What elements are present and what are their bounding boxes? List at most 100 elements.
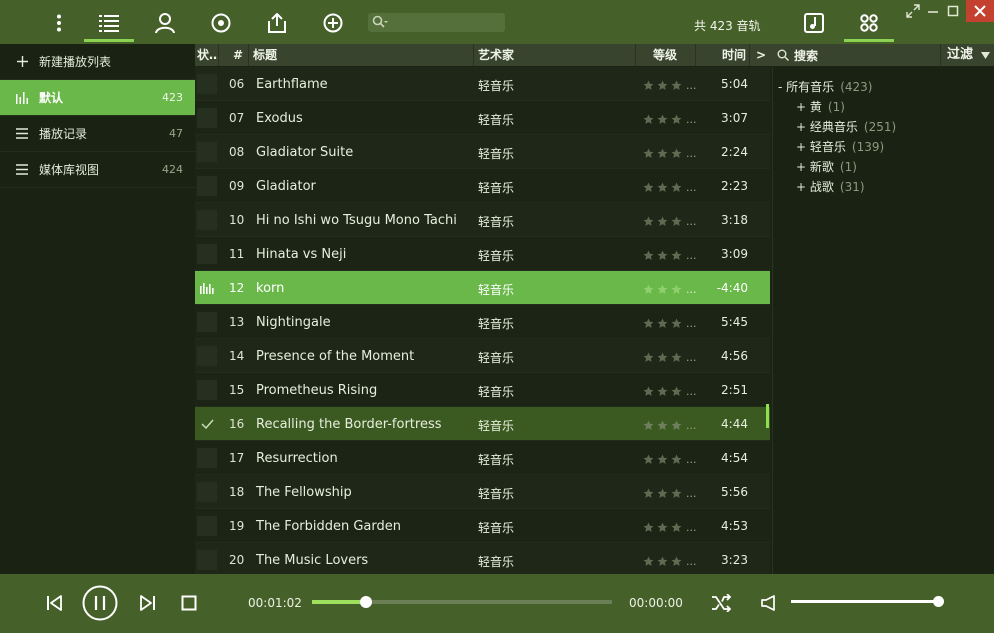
playlist-icon[interactable] — [84, 6, 134, 42]
track-row[interactable]: 12 korn 轻音乐... -4:40 — [195, 271, 770, 305]
track-rating[interactable]: ... — [643, 79, 697, 92]
artist-icon[interactable] — [140, 6, 190, 40]
track-rating[interactable]: ... — [643, 521, 697, 534]
track-status-cell[interactable] — [197, 142, 217, 162]
column-rating[interactable]: 等级 — [636, 44, 696, 66]
filter-dropdown-button[interactable]: 过滤 — [940, 44, 994, 66]
tree-item-genre[interactable]: + 轻音乐 (139) — [796, 138, 884, 155]
track-status-cell[interactable] — [197, 176, 217, 196]
tree-expander[interactable]: + — [796, 120, 806, 134]
previous-track-button[interactable] — [43, 592, 65, 614]
column-artist[interactable]: 艺术家 — [474, 44, 636, 66]
track-row[interactable]: 17 Resurrection 轻音乐... 4:54 — [195, 441, 770, 475]
rating-star-icon — [643, 148, 654, 158]
track-status-cell[interactable] — [197, 516, 217, 536]
tree-item-genre[interactable]: + 战歌 (31) — [796, 178, 865, 195]
column-more-button[interactable]: > — [750, 44, 772, 66]
track-row[interactable]: 07 Exodus 轻音乐... 3:07 — [195, 101, 770, 135]
track-rating[interactable]: ... — [643, 555, 697, 568]
track-rating[interactable]: ... — [643, 147, 697, 160]
tree-item-all-music[interactable]: - 所有音乐 (423) — [778, 78, 872, 95]
add-circle-icon[interactable] — [308, 6, 358, 40]
tree-expander[interactable]: + — [796, 180, 806, 194]
column-time[interactable]: 时间 — [696, 44, 750, 66]
close-window-button[interactable] — [966, 0, 994, 22]
music-note-view-icon[interactable] — [789, 6, 839, 40]
seek-slider[interactable] — [312, 596, 612, 608]
track-rating[interactable]: ... — [643, 283, 697, 296]
track-row[interactable]: 14 Presence of the Moment 轻音乐... 4:56 — [195, 339, 770, 373]
track-row[interactable]: 08 Gladiator Suite 轻音乐... 2:24 — [195, 135, 770, 169]
track-row[interactable]: 11 Hinata vs Neji 轻音乐... 3:09 — [195, 237, 770, 271]
track-status-cell[interactable] — [197, 380, 217, 400]
track-row[interactable]: 15 Prometheus Rising 轻音乐... 2:51 — [195, 373, 770, 407]
tree-item-genre[interactable]: + 黄 (1) — [796, 98, 845, 115]
column-status[interactable]: 状… — [195, 44, 219, 66]
track-duration: 4:53 — [721, 519, 748, 533]
share-export-icon[interactable] — [252, 6, 302, 40]
mini-mode-icon[interactable] — [903, 3, 923, 19]
track-status-cell[interactable] — [197, 278, 217, 298]
sidebar-item-default[interactable]: 默认 423 — [0, 80, 195, 116]
tree-item-genre[interactable]: + 经典音乐 (251) — [796, 118, 896, 135]
volume-slider[interactable] — [791, 596, 944, 607]
stop-button[interactable] — [178, 592, 200, 614]
track-status-cell[interactable] — [197, 312, 217, 332]
maximize-icon[interactable] — [943, 3, 963, 19]
sidebar-item-new-playlist[interactable]: 新建播放列表 — [0, 44, 195, 80]
track-rating[interactable]: ... — [643, 351, 697, 364]
album-disc-icon[interactable] — [196, 6, 246, 40]
track-rating[interactable]: ... — [643, 419, 697, 432]
search-input[interactable] — [368, 13, 505, 32]
track-row[interactable]: 16 Recalling the Border-fortress 轻音乐... 4:4… — [195, 407, 770, 441]
shuffle-button[interactable] — [709, 591, 733, 615]
search-icon[interactable] — [777, 49, 789, 61]
seek-handle[interactable] — [360, 596, 372, 608]
track-rating[interactable]: ... — [643, 317, 697, 330]
filter-search-label[interactable]: 搜索 — [794, 47, 818, 64]
volume-button[interactable] — [758, 592, 780, 614]
track-title: Recalling the Border-fortress — [256, 417, 442, 432]
track-rating[interactable]: ... — [643, 215, 697, 228]
pause-button[interactable] — [82, 585, 118, 621]
track-row[interactable]: 19 The Forbidden Garden 轻音乐... 4:53 — [195, 509, 770, 543]
track-status-cell[interactable] — [197, 448, 217, 468]
menu-dots-icon[interactable] — [34, 6, 84, 40]
sidebar-item-history[interactable]: 播放记录 47 — [0, 116, 195, 152]
track-rating[interactable]: ... — [643, 487, 697, 500]
track-status-cell[interactable] — [197, 414, 217, 434]
sidebar-item-count: 47 — [169, 127, 183, 140]
track-number: 17 — [229, 451, 245, 465]
scrollbar-thumb[interactable] — [766, 404, 769, 428]
sidebar-item-library-view[interactable]: 媒体库视图 424 — [0, 152, 195, 188]
track-status-cell[interactable] — [197, 74, 217, 94]
column-title[interactable]: 标题 — [249, 44, 474, 66]
track-status-cell[interactable] — [197, 346, 217, 366]
track-row[interactable]: 06 Earthflame 轻音乐... 5:04 — [195, 67, 770, 101]
track-status-cell[interactable] — [197, 550, 217, 570]
column-number[interactable]: # — [219, 44, 249, 66]
minimize-icon[interactable] — [923, 3, 943, 19]
track-row[interactable]: 09 Gladiator 轻音乐... 2:23 — [195, 169, 770, 203]
track-rating[interactable]: ... — [643, 113, 697, 126]
track-status-cell[interactable] — [197, 244, 217, 264]
track-row[interactable]: 20 The Music Lovers 轻音乐... 3:23 — [195, 543, 770, 574]
track-row[interactable]: 13 Nightingale 轻音乐... 5:45 — [195, 305, 770, 339]
track-status-cell[interactable] — [197, 482, 217, 502]
grid-apps-icon[interactable] — [844, 6, 894, 42]
track-rating[interactable]: ... — [643, 453, 697, 466]
tree-expander[interactable]: + — [796, 160, 806, 174]
tree-item-genre[interactable]: + 新歌 (1) — [796, 158, 857, 175]
volume-handle[interactable] — [933, 596, 944, 607]
tree-expander[interactable]: - — [778, 80, 782, 94]
tree-expander[interactable]: + — [796, 100, 806, 114]
track-status-cell[interactable] — [197, 108, 217, 128]
track-row[interactable]: 18 The Fellowship 轻音乐... 5:56 — [195, 475, 770, 509]
track-rating[interactable]: ... — [643, 385, 697, 398]
track-rating[interactable]: ... — [643, 249, 697, 262]
track-row[interactable]: 10 Hi no Ishi wo Tsugu Mono Tachi 轻音乐... 3:… — [195, 203, 770, 237]
next-track-button[interactable] — [137, 592, 159, 614]
track-status-cell[interactable] — [197, 210, 217, 230]
track-rating[interactable]: ... — [643, 181, 697, 194]
tree-expander[interactable]: + — [796, 140, 806, 154]
